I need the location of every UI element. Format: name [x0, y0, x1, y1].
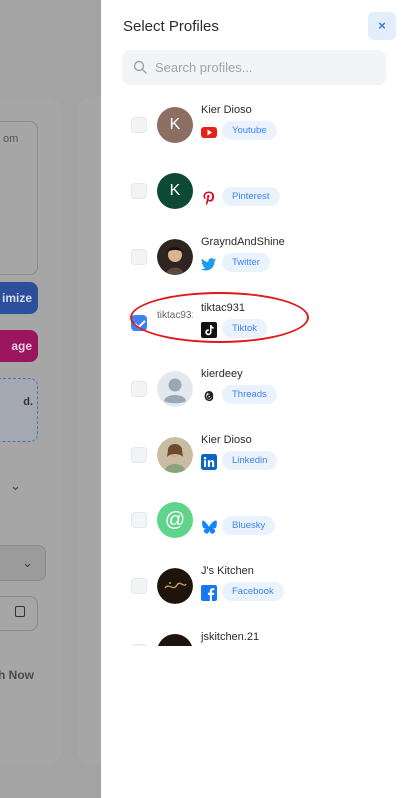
select-profiles-panel: Select Profiles × K Kier Dioso Youtube K [101, 0, 404, 798]
profile-checkbox[interactable] [131, 381, 147, 397]
default-user-icon [157, 371, 193, 407]
search-box [122, 50, 386, 85]
pinterest-icon [203, 191, 215, 206]
platform-badge: Twitter [222, 253, 270, 272]
profile-checkbox[interactable] [131, 183, 147, 199]
chevron-down-icon[interactable]: ⌄ [10, 478, 21, 494]
avatar-photo [157, 437, 193, 473]
platform-badge: Linkedin [222, 451, 278, 470]
generate-image-button[interactable]: age [0, 330, 38, 362]
profile-row[interactable]: @ Bluesky [101, 500, 404, 540]
youtube-icon [201, 127, 217, 138]
profile-row[interactable]: jskitchen.21 [101, 631, 404, 646]
avatar [157, 239, 193, 275]
profile-list: K Kier Dioso Youtube K Pinterest GrayndA… [101, 96, 404, 646]
post-textarea[interactable]: om [0, 121, 38, 275]
profile-name: Kier Dioso [201, 434, 252, 446]
profile-row[interactable]: J's Kitchen Facebook [101, 565, 404, 606]
profile-name: J's Kitchen [201, 565, 254, 577]
profile-checkbox[interactable] [131, 117, 147, 133]
publish-now-button[interactable]: h Now [0, 668, 34, 682]
profile-name: GrayndAndShine [201, 236, 285, 248]
media-dropzone[interactable]: d. [0, 378, 38, 442]
profile-name: Kier Dioso [201, 104, 252, 116]
platform-badge: Pinterest [222, 187, 280, 206]
twitter-icon [201, 258, 216, 271]
avatar [157, 634, 193, 646]
brand-logo [157, 568, 193, 604]
profile-row[interactable]: GrayndAndShine Twitter [101, 236, 404, 277]
schedule-select[interactable]: ⌄ [0, 545, 46, 581]
avatar-photo [157, 239, 193, 275]
profile-checkbox[interactable] [131, 249, 147, 265]
profile-row[interactable]: kierdeey Threads [101, 368, 404, 409]
panel-title: Select Profiles [123, 18, 219, 35]
optimize-button[interactable]: imize [0, 282, 38, 314]
threads-icon [204, 390, 214, 402]
avatar: @ [157, 502, 193, 538]
profile-row[interactable]: K Kier Dioso Youtube [101, 104, 404, 145]
platform-badge: Bluesky [222, 516, 276, 535]
close-button[interactable]: × [368, 12, 396, 40]
search-icon [133, 60, 147, 74]
profile-checkbox[interactable] [131, 644, 147, 646]
linkedin-icon [201, 454, 217, 470]
selection-highlight-annotation [130, 292, 309, 343]
chevron-down-icon: ⌄ [22, 555, 33, 570]
platform-badge: Youtube [222, 121, 277, 140]
calendar-icon [15, 606, 25, 617]
profile-name: kierdeey [201, 368, 243, 380]
profile-row[interactable]: Kier Dioso Linkedin [101, 434, 404, 475]
dropzone-text: d. [23, 396, 33, 408]
avatar: K [157, 107, 193, 143]
platform-badge: Threads [222, 385, 277, 404]
avatar [157, 568, 193, 604]
profile-checkbox[interactable] [131, 512, 147, 528]
platform-badge: Facebook [222, 582, 284, 601]
profile-name: jskitchen.21 [201, 631, 260, 643]
close-icon: × [378, 18, 386, 33]
search-input[interactable] [155, 50, 380, 85]
date-picker[interactable] [0, 596, 38, 631]
facebook-icon [201, 585, 217, 601]
bluesky-icon [202, 520, 217, 534]
profile-row[interactable]: K Pinterest [101, 171, 404, 211]
profile-checkbox[interactable] [131, 578, 147, 594]
avatar: K [157, 173, 193, 209]
profile-checkbox[interactable] [131, 447, 147, 463]
avatar [157, 437, 193, 473]
textarea-text: om [3, 133, 19, 145]
avatar [157, 371, 193, 407]
